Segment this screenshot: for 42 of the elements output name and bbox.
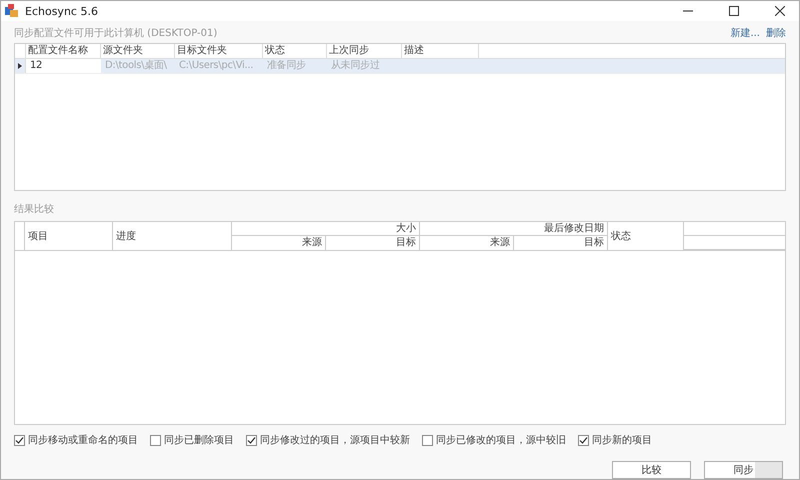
table-cell: 12 [30, 60, 42, 71]
checkbox-label: 同步已修改的项目，源中较旧 [436, 434, 566, 447]
checkbox[interactable] [150, 434, 161, 446]
column-header[interactable]: 项目 [25, 222, 113, 250]
column-header[interactable]: 描述 [402, 44, 479, 58]
column-header[interactable]: 来源 [232, 236, 326, 250]
checkbox[interactable] [246, 434, 257, 446]
column-header[interactable]: 配置文件名称 [26, 44, 101, 58]
checkbox-label: 同步新的项目 [592, 434, 652, 447]
column-header[interactable]: 状态 [608, 222, 684, 250]
column-header[interactable]: 最后修改日期 [420, 222, 607, 236]
checkbox[interactable] [422, 434, 433, 446]
action-link[interactable]: 删除 [766, 26, 786, 40]
action-link[interactable]: 新建... [730, 26, 760, 40]
column-header[interactable]: 来源 [420, 236, 514, 250]
app-icon [5, 4, 19, 18]
column-header[interactable]: 目标文件夹 [175, 44, 263, 58]
row-pointer-icon [18, 63, 22, 69]
column-header[interactable]: 状态 [263, 44, 327, 58]
table-cell: 从未同步过 [331, 60, 380, 71]
column-header[interactable]: 大小 [232, 222, 419, 236]
checkbox[interactable] [578, 434, 589, 446]
table-cell: D:\tools\桌面\ [105, 60, 167, 71]
close-icon[interactable] [775, 6, 785, 16]
action-button[interactable]: 比较 [612, 461, 691, 479]
column-header[interactable]: 进度 [113, 222, 232, 250]
table-cell: C:\Users\pc\Vi... [179, 60, 254, 71]
column-header[interactable]: 源文件夹 [101, 44, 175, 58]
checkbox-label: 同步修改过的项目，源项目中较新 [260, 434, 410, 447]
column-header[interactable]: 目标 [514, 236, 607, 250]
maximize-icon[interactable] [729, 6, 739, 16]
column-header[interactable]: 上次同步 [327, 44, 402, 58]
table-cell: 准备同步 [267, 60, 306, 71]
checkbox[interactable] [14, 434, 25, 446]
profile-row[interactable]: 12 D:\tools\桌面\ C:\Users\pc\Vi... 准备同步 从未同步过 [15, 59, 785, 74]
checkbox-label: 同步移动或重命名的项目 [28, 434, 138, 447]
window-title: Echosync 5.6 [25, 4, 98, 18]
action-button[interactable]: 同步 [704, 461, 783, 479]
section-label: 同步配置文件可用于此计算机 (DESKTOP-01) [14, 26, 218, 40]
column-header[interactable]: 目标 [326, 236, 419, 250]
section-label: 结果比较 [14, 202, 54, 216]
checkbox-label: 同步已删除项目 [164, 434, 234, 447]
